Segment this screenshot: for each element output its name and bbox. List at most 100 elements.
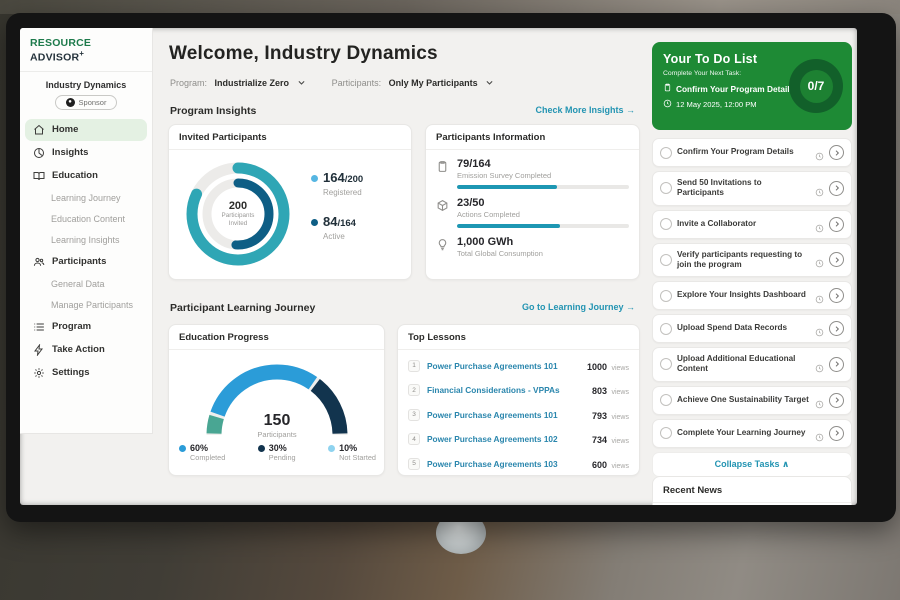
legend-dot (258, 445, 265, 452)
actions-icon (436, 199, 449, 212)
stat-value: 23/50 (457, 197, 629, 209)
lesson-rank: 3 (408, 409, 420, 421)
lesson-rank: 5 (408, 458, 420, 470)
check-more-insights-link[interactable]: Check More Insights → (535, 105, 635, 115)
participants-filter[interactable]: Participants: Only My Participants (332, 78, 495, 88)
top-lessons-list: 1 Power Purchase Agreements 101 1000 vie… (398, 350, 639, 473)
sidebar-item-label: Participants (52, 256, 106, 267)
task-complete-your-learning-journey[interactable]: Complete Your Learning Journey (652, 419, 852, 448)
task-checkbox[interactable] (660, 147, 672, 159)
task-go-button[interactable] (829, 145, 844, 160)
task-checkbox[interactable] (660, 182, 672, 194)
task-checkbox[interactable] (660, 358, 672, 370)
sidebar-item-label: Learning Journey (51, 193, 121, 203)
task-go-button[interactable] (829, 426, 844, 441)
participants-filter-label: Participants: (332, 78, 382, 88)
todo-task-list: Confirm Your Program Details Send 50 Inv… (652, 138, 852, 477)
chevron-down-icon (297, 78, 306, 88)
sidebar-item-participants[interactable]: Participants (25, 251, 147, 273)
sidebar-item-take-action[interactable]: Take Action (25, 339, 147, 361)
task-go-button[interactable] (829, 217, 844, 232)
collapse-tasks-link[interactable]: Collapse Tasks ∧ (652, 452, 852, 477)
go-to-learning-journey-link[interactable]: Go to Learning Journey → (522, 302, 635, 312)
task-go-button[interactable] (829, 288, 844, 303)
participants-info-stats: 79/164 Emission Survey Completed 23/50 A… (426, 150, 639, 258)
sidebar-menu: Home Insights Education Learning Journey Edu… (20, 116, 152, 388)
task-checkbox[interactable] (660, 218, 672, 230)
task-label: Send 50 Invitations to Participants (677, 178, 810, 199)
sidebar-item-label: Home (52, 124, 78, 135)
todo-progress-value: 0/7 (800, 70, 833, 103)
sidebar-item-insights[interactable]: Insights (25, 142, 147, 164)
sidebar-item-education-content[interactable]: Education Content (25, 209, 147, 229)
task-invite-a-collaborator[interactable]: Invite a Collaborator (652, 210, 852, 239)
lesson-row: 5 Power Purchase Agreements 103 600 view… (398, 448, 639, 473)
sidebar-item-general-data[interactable]: General Data (25, 274, 147, 294)
sidebar-item-label: Settings (52, 367, 89, 378)
top-lessons-title: Top Lessons (398, 325, 639, 350)
task-confirm-your-program-details[interactable]: Confirm Your Program Details (652, 138, 852, 167)
clock-icon (815, 429, 824, 438)
task-verify-participants-requesting-to-join-the-program[interactable]: Verify participants requesting to join t… (652, 243, 852, 278)
clock-icon (815, 360, 824, 369)
task-go-button[interactable] (829, 252, 844, 267)
arrow-right-icon: → (626, 302, 635, 312)
legend-value: 30% (269, 443, 287, 453)
task-checkbox[interactable] (660, 427, 672, 439)
task-go-button[interactable] (829, 393, 844, 408)
recent-news-card: Recent News (652, 476, 852, 505)
task-go-button[interactable] (829, 321, 844, 336)
survey-icon (436, 160, 449, 173)
task-go-button[interactable] (829, 181, 844, 196)
legend-value: 84 (323, 214, 337, 229)
main-area: Welcome, Industry Dynamics Program: Indu… (153, 28, 857, 505)
legend-item-pending: 30% Pending (258, 443, 296, 462)
legend-label: Active (323, 232, 363, 241)
stat-progress-bar (457, 224, 629, 228)
sidebar-item-education[interactable]: Education (25, 165, 147, 187)
task-go-button[interactable] (829, 357, 844, 372)
sponsor-label: Sponsor (79, 98, 107, 107)
sidebar-item-home[interactable]: Home (25, 119, 147, 141)
program-insights-title: Program Insights (170, 105, 256, 117)
lesson-link[interactable]: Power Purchase Agreements 101 (427, 410, 585, 420)
task-upload-additional-educational-content[interactable]: Upload Additional Educational Content (652, 347, 852, 382)
program-filter-value: Industrialize Zero (215, 78, 290, 88)
sidebar-item-learning-journey[interactable]: Learning Journey (25, 188, 147, 208)
invited-count: 200 (229, 200, 247, 212)
task-explore-your-insights-dashboard[interactable]: Explore Your Insights Dashboard (652, 281, 852, 310)
brand-plus: + (79, 49, 84, 58)
invited-count-label: Participants Invited (212, 212, 264, 228)
task-send-50-invitations-to-participants[interactable]: Send 50 Invitations to Participants (652, 171, 852, 206)
lesson-link[interactable]: Power Purchase Agreements 101 (427, 361, 580, 371)
lesson-row: 2 Financial Considerations - VPPAs 803 v… (398, 375, 639, 400)
sidebar-item-settings[interactable]: Settings (25, 362, 147, 384)
education-icon (33, 170, 45, 182)
clock-icon (815, 184, 824, 193)
lesson-link[interactable]: Financial Considerations - VPPAs (427, 385, 585, 395)
home-icon (33, 124, 45, 136)
legend-item-active: 84/164 Active (311, 213, 363, 241)
education-progress-title: Education Progress (169, 325, 384, 350)
sidebar-item-label: Insights (52, 147, 88, 158)
task-checkbox[interactable] (660, 394, 672, 406)
legend-item-not-started: 10% Not Started (328, 443, 376, 462)
lesson-views: 803 views (592, 381, 629, 399)
legend-value: 60% (190, 443, 208, 453)
task-checkbox[interactable] (660, 323, 672, 335)
lesson-link[interactable]: Power Purchase Agreements 102 (427, 434, 585, 444)
insights-icon (33, 147, 45, 159)
todo-progress-badge: 0/7 (789, 59, 843, 113)
sidebar-item-learning-insights[interactable]: Learning Insights (25, 230, 147, 250)
stat-label: Emission Survey Completed (457, 171, 629, 180)
sidebar-item-program[interactable]: Program (25, 316, 147, 338)
task-upload-spend-data-records[interactable]: Upload Spend Data Records (652, 314, 852, 343)
task-checkbox[interactable] (660, 290, 672, 302)
lesson-link[interactable]: Power Purchase Agreements 103 (427, 459, 585, 469)
sidebar-item-manage-participants[interactable]: Manage Participants (25, 295, 147, 315)
task-achieve-one-sustainability-target[interactable]: Achieve One Sustainability Target (652, 386, 852, 415)
task-label: Upload Additional Educational Content (677, 354, 810, 375)
task-checkbox[interactable] (660, 254, 672, 266)
sponsor-badge[interactable]: ● Sponsor (55, 95, 117, 110)
program-filter[interactable]: Program: Industrialize Zero (170, 78, 306, 88)
